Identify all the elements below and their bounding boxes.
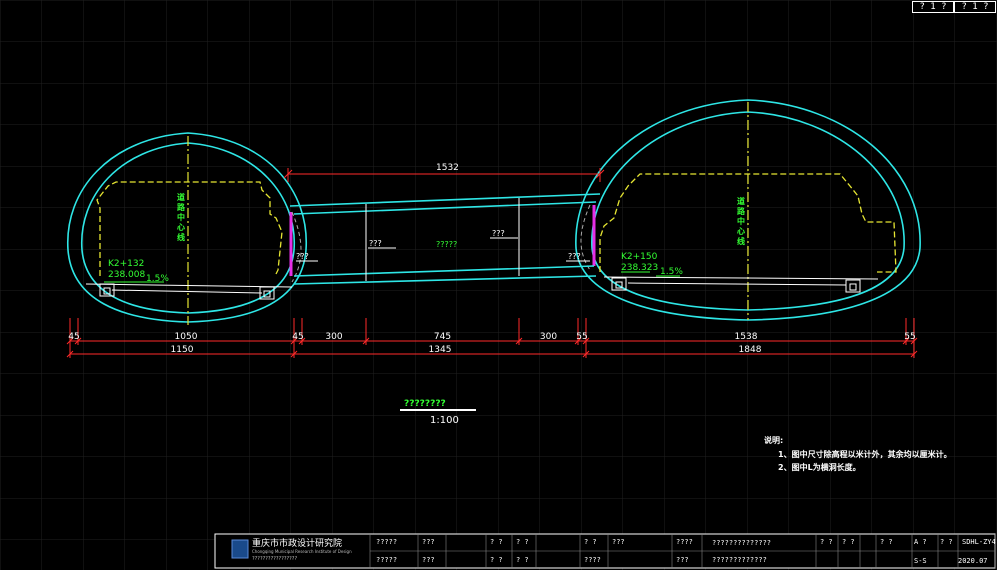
title-block-cell: ??? xyxy=(422,538,435,546)
company-logo xyxy=(231,539,249,559)
dim-label-row1: 55 xyxy=(576,332,587,342)
notes-line-1: 1、图中尺寸除高程以米计外，其余均以厘米计。 xyxy=(778,449,952,459)
title-block-cell: ? ? xyxy=(584,538,597,546)
title-block-cell: ????? xyxy=(376,556,397,564)
pass-right-tag: ??? xyxy=(492,229,505,238)
notes-line-2: 2、图中L为横洞长度。 xyxy=(778,462,861,472)
title-block-cell: ? ? xyxy=(880,538,893,546)
title-block-cell: ???? xyxy=(676,538,693,546)
right-centerline-label: 道路中心线 xyxy=(737,196,746,246)
left-portal-tag: ??? xyxy=(296,252,309,261)
title-block-cell: 2020.07 xyxy=(958,557,988,565)
section-title: ???????? xyxy=(404,399,446,409)
notes-title: 说明: xyxy=(764,435,783,445)
passage-center-tag: ????? xyxy=(436,240,457,249)
top-box-2: ? 1 ? xyxy=(954,1,996,13)
dim-label-row1: 45 xyxy=(292,332,303,342)
title-block-cell: A ? xyxy=(914,538,927,546)
title-block: 重庆市市政设计研究院 Chongqing Municipal Research … xyxy=(214,533,996,569)
title-block-cell: ? ? xyxy=(842,538,855,546)
company-address: ????????????????? xyxy=(252,556,297,562)
company-name-en: Chongqing Municipal Research Institute o… xyxy=(252,549,352,554)
title-block-cell: ?????????????? xyxy=(712,539,771,547)
top-dimension-label: 1532 xyxy=(436,163,459,173)
left-station: K2+132 xyxy=(108,259,144,269)
title-block-cell: S-S xyxy=(914,557,927,565)
dim-label-row2: 1150 xyxy=(171,345,194,355)
title-block-cell: ? ? xyxy=(490,556,503,564)
right-station: K2+150 xyxy=(621,252,658,262)
title-block-cell: ? ? xyxy=(490,538,503,546)
right-portal-tag: ??? xyxy=(568,252,581,261)
title-block-cell: ? ? xyxy=(516,556,529,564)
dim-label-row1: 55 xyxy=(904,332,915,342)
title-block-cell: SDHL-ZY4 xyxy=(962,538,996,546)
top-box-1: ? 1 ? xyxy=(912,1,954,13)
title-block-cell: ????? xyxy=(376,538,397,546)
title-block-cell: ??? xyxy=(676,556,689,564)
dim-label-row1: 300 xyxy=(540,332,557,342)
dim-label-row2: 1848 xyxy=(739,345,762,355)
title-block-cell: ? ? xyxy=(516,538,529,546)
dim-label-row1: 300 xyxy=(325,332,342,342)
scale-label: 1:100 xyxy=(430,415,459,426)
title-block-cell: ? ? xyxy=(940,538,953,546)
title-block-cell: ???? xyxy=(584,556,601,564)
left-elevation: 238.008 xyxy=(108,270,145,280)
dim-label-row1: 1050 xyxy=(175,332,198,342)
dim-label-row1: 745 xyxy=(434,332,451,342)
company-name-cn: 重庆市市政设计研究院 xyxy=(252,537,342,549)
pass-left-tag: ??? xyxy=(369,239,382,248)
left-centerline-label: 道路中心线 xyxy=(177,192,186,242)
title-block-cell: ??? xyxy=(612,538,625,546)
dim-label-row1: 45 xyxy=(68,332,79,342)
title-block-cell: ????????????? xyxy=(712,556,767,564)
title-block-cell: ? ? xyxy=(820,538,833,546)
dim-label-row2: 1345 xyxy=(429,345,452,355)
cad-drawing: 道路中心线 道路中心线 K2+132 238.008 1.5% K2+150 2… xyxy=(0,0,997,570)
title-block-cell: ??? xyxy=(422,556,435,564)
dim-label-row1: 1538 xyxy=(735,332,758,342)
